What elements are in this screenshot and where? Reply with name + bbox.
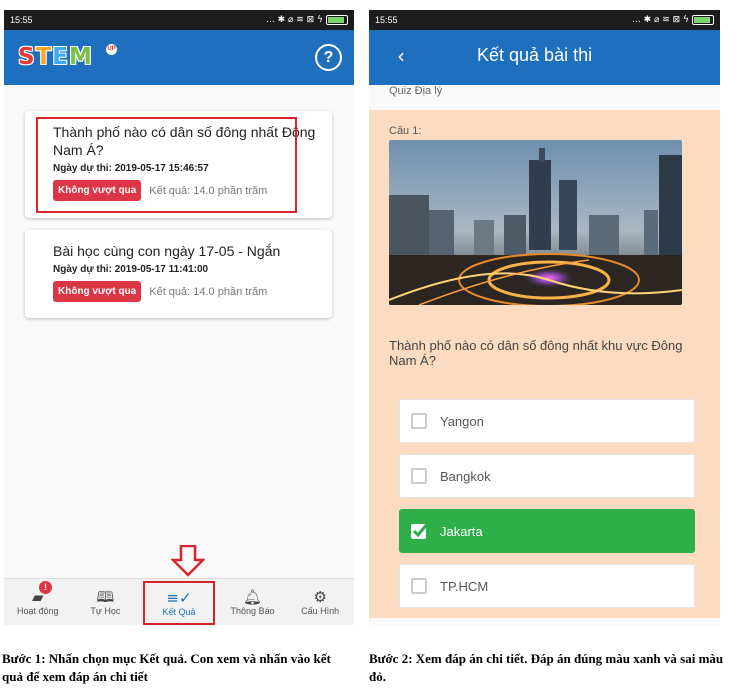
nav-results[interactable]: ≡✓ Kết Quả	[143, 581, 215, 625]
status-time: 15:55	[375, 15, 398, 25]
status-time: 15:55	[10, 15, 33, 25]
checked-box-icon	[411, 522, 430, 539]
step1-caption: Bước 1: Nhấn chọn mục Kết quả. Con xem v…	[2, 651, 331, 684]
step2-caption: Bước 2: Xem đáp án chi tiết. Đáp án đúng…	[369, 651, 724, 684]
nav-activity[interactable]: ▰ ! Hoạt động	[4, 579, 72, 625]
nav-notifications[interactable]: 🔔︎ Thông Báo	[219, 579, 287, 625]
app-bar: STEM UP ?	[4, 30, 354, 85]
answer-option[interactable]: Bangkok	[399, 454, 695, 498]
page-title: Kết quả bài thi	[477, 45, 593, 65]
checkbox-icon	[411, 578, 427, 594]
app-bar: ‹ Kết quả bài thi	[369, 30, 720, 85]
result-score: Kết quả: 14.0 phần trăm	[149, 285, 268, 298]
bottom-nav: ▰ ! Hoạt động 🕮 Tự Học ≡✓ Kết Quả 🔔︎ Thô…	[4, 578, 354, 625]
status-bar: 15:55 ... ✱ ⌀ ≋ ⊠ ϟ	[4, 10, 354, 30]
answer-option[interactable]: Yangon	[399, 399, 695, 443]
battery-icon	[326, 15, 348, 25]
results-icon: ≡✓	[166, 589, 192, 607]
answer-option[interactable]: TP.HCM	[399, 564, 695, 608]
logo-up-badge: UP	[106, 44, 117, 55]
status-icons: ... ✱ ⌀ ≋ ⊠ ϟ	[266, 15, 348, 25]
gear-icon: ⚙	[313, 588, 327, 606]
help-icon[interactable]: ?	[315, 44, 342, 71]
back-arrow-icon[interactable]: ‹	[397, 44, 405, 68]
status-icons: ... ✱ ⌀ ≋ ⊠ ϟ	[632, 15, 714, 25]
question-text: Thành phố nào có dân số đông nhất khu vự…	[389, 338, 683, 368]
down-arrow-icon	[171, 545, 205, 577]
battery-icon	[692, 15, 714, 25]
status-bar: 15:55 ... ✱ ⌀ ≋ ⊠ ϟ	[369, 10, 720, 30]
stem-logo: STEM	[18, 44, 93, 70]
highlight-box	[36, 117, 297, 213]
fail-badge: Không vượt qua	[53, 281, 142, 302]
result-card[interactable]: Bài học cùng con ngày 17-05 - Ngắn Ngày …	[25, 230, 332, 318]
bell-icon: 🔔︎	[243, 588, 263, 606]
result-title: Bài học cùng con ngày 17-05 - Ngắn	[53, 243, 281, 259]
results-list-screen: 15:55 ... ✱ ⌀ ≋ ⊠ ϟ STEM UP ? Thành phố …	[4, 10, 354, 625]
city-photo	[389, 140, 682, 305]
checkbox-icon	[411, 413, 427, 429]
question-number: Câu 1:	[389, 125, 422, 137]
question-panel: Câu 1: Thành phố nào có dân số đông nhất…	[369, 110, 720, 618]
result-date: Ngày dự thi: 2019-05-17 11:41:00	[53, 264, 209, 275]
quiz-result-screen: 15:55 ... ✱ ⌀ ≋ ⊠ ϟ ‹ Kết quả bài thi Qu…	[369, 10, 720, 625]
notification-badge: !	[39, 581, 52, 594]
book-icon: 🕮	[96, 588, 115, 606]
nav-self-study[interactable]: 🕮 Tự Học	[72, 579, 140, 625]
checkbox-icon	[411, 468, 427, 484]
answer-option-correct[interactable]: Jakarta	[399, 509, 695, 553]
nav-settings[interactable]: ⚙ Cấu Hình	[286, 579, 354, 625]
quiz-name: Quiz Địa lý	[389, 85, 443, 97]
